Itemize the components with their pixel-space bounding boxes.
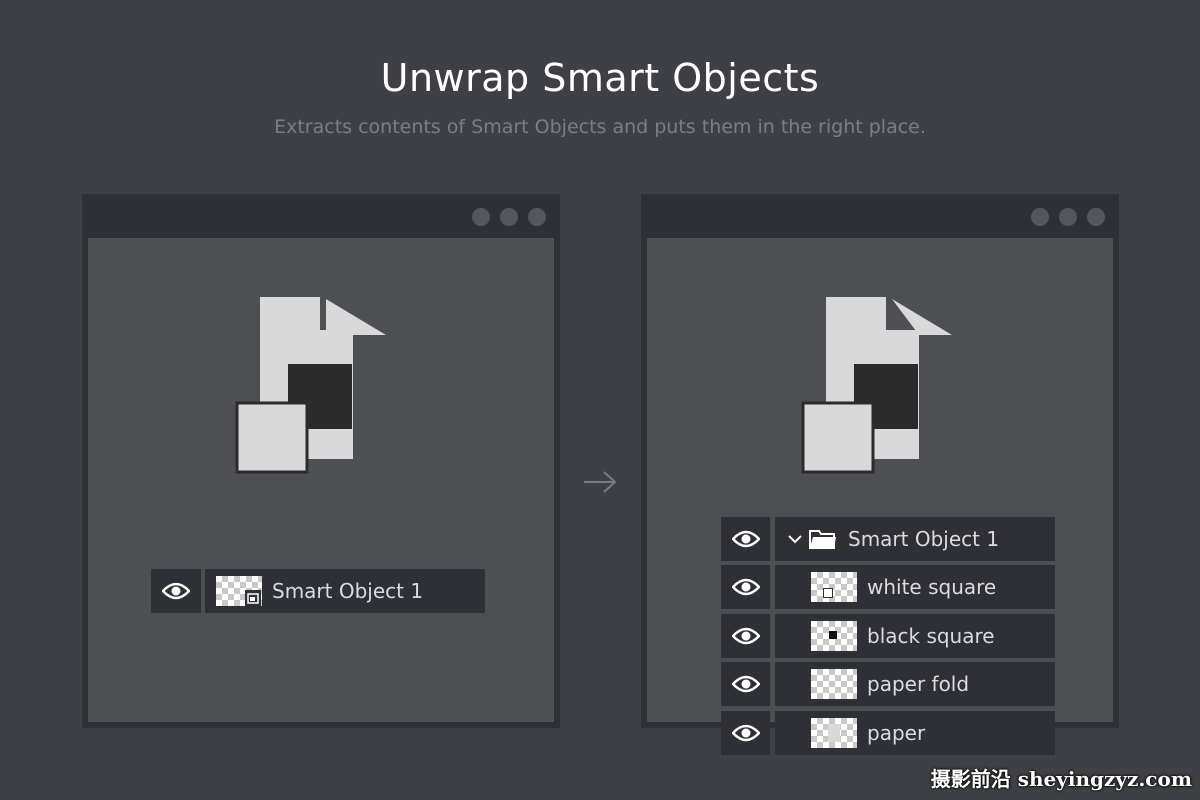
folder-icon: [809, 530, 836, 549]
layer-thumbnail: [811, 621, 857, 651]
window-controls: [472, 208, 546, 226]
layer-visibility-toggle[interactable]: [721, 565, 770, 609]
paper-preview: [828, 724, 840, 742]
watermark: 摄影前沿 sheyingzyz.com: [930, 767, 1192, 791]
window-dot-button[interactable]: [1087, 208, 1105, 226]
layer-row[interactable]: black square: [775, 614, 1055, 658]
eye-icon: [731, 675, 760, 693]
smart-object-document-icon: [235, 297, 386, 474]
window-dot-button[interactable]: [472, 208, 490, 226]
layer-name: black square: [867, 624, 995, 648]
layer-thumbnail: [811, 572, 857, 602]
white-square-preview: [823, 588, 833, 598]
page-subtitle: Extracts contents of Smart Objects and p…: [274, 116, 926, 138]
layer-name: Smart Object 1: [272, 579, 424, 603]
layer-thumbnail: [811, 718, 857, 748]
layer-group-row[interactable]: Smart Object 1: [775, 517, 1055, 561]
window-dot-button[interactable]: [1031, 208, 1049, 226]
layer-name: paper: [867, 721, 926, 745]
smart-object-thumbnail: [216, 576, 262, 606]
window-controls: [1031, 208, 1105, 226]
eye-icon: [731, 578, 760, 596]
layer-group-name: Smart Object 1: [848, 527, 1000, 551]
eye-icon: [731, 724, 760, 742]
layer-row[interactable]: paper fold: [775, 662, 1055, 706]
window-dot-button[interactable]: [528, 208, 546, 226]
window-dot-button[interactable]: [500, 208, 518, 226]
window-titlebar: [82, 194, 560, 238]
layer-name: white square: [867, 575, 997, 599]
arrow-right-icon: [584, 471, 617, 493]
page-title: Unwrap Smart Objects: [380, 56, 820, 100]
eye-icon: [731, 530, 760, 548]
layer-visibility-toggle[interactable]: [721, 662, 770, 706]
window-titlebar: [641, 194, 1119, 238]
window-dot-button[interactable]: [1059, 208, 1077, 226]
layer-visibility-toggle[interactable]: [151, 569, 201, 613]
layer-row[interactable]: paper: [775, 711, 1055, 755]
eye-icon: [731, 627, 760, 645]
layer-visibility-toggle[interactable]: [721, 711, 770, 755]
layer-name: paper fold: [867, 672, 970, 696]
layer-row[interactable]: white square: [775, 565, 1055, 609]
layer-visibility-toggle[interactable]: [721, 517, 770, 561]
black-square-preview: [829, 631, 837, 639]
layer-thumbnail: [811, 669, 857, 699]
smart-object-badge-icon: [245, 590, 261, 606]
smart-object-document-icon: [801, 297, 952, 474]
layer-visibility-toggle[interactable]: [721, 614, 770, 658]
eye-icon: [162, 582, 190, 600]
chevron-down-icon[interactable]: [787, 534, 803, 544]
layer-row[interactable]: Smart Object 1: [205, 569, 485, 613]
